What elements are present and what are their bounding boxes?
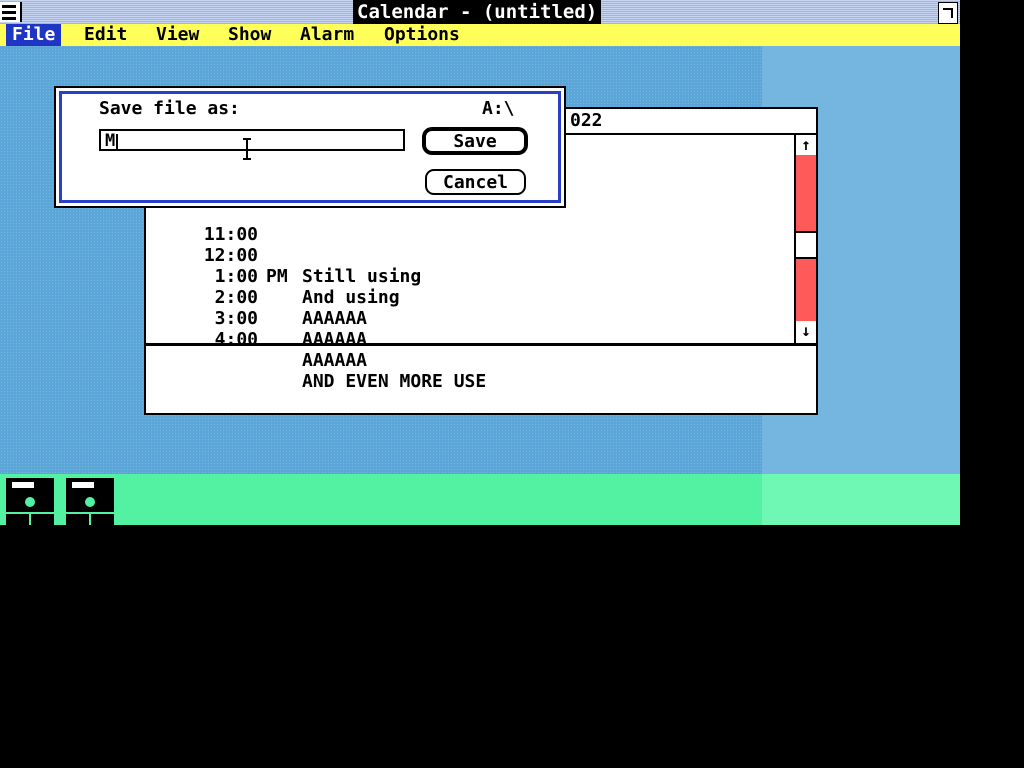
filename-input[interactable]: M [99, 129, 405, 151]
save-file-dialog: Save file as: A:\ M Save Cancel [54, 86, 566, 208]
floppy-disk-icon[interactable] [6, 478, 54, 525]
desktop: Calendar - (untitled) File Edit View Sho… [0, 0, 960, 525]
save-as-label: Save file as: [99, 98, 240, 119]
window-title: Calendar - (untitled) [353, 0, 602, 24]
save-button[interactable]: Save [423, 128, 527, 154]
current-directory: A:\ [482, 98, 515, 119]
maximize-icon[interactable] [938, 2, 958, 24]
icon-area [0, 474, 960, 525]
menu-alarm[interactable]: Alarm [294, 24, 360, 46]
appointment-row[interactable]: 12:00 PM And using [146, 224, 400, 308]
menu-bar: File Edit View Show Alarm Options [0, 24, 960, 46]
dialog-frame: Save file as: A:\ M Save Cancel [59, 91, 561, 203]
vertical-scrollbar[interactable]: ↑ ↓ [794, 135, 816, 343]
appointment-row[interactable]: 1:00 AAAAAA [146, 245, 367, 329]
menu-view[interactable]: View [150, 24, 205, 46]
icon-area-right-pane [762, 474, 960, 525]
ibeam-cursor-icon [243, 138, 251, 160]
scroll-track-upper[interactable] [796, 155, 816, 231]
menu-options[interactable]: Options [378, 24, 466, 46]
scroll-up-arrow-icon[interactable]: ↑ [796, 135, 816, 155]
text-caret [116, 134, 118, 150]
menu-file[interactable]: File [6, 24, 62, 46]
menu-show[interactable]: Show [222, 24, 277, 46]
appointment-row[interactable]: 3:00 AAAAAA [146, 287, 367, 371]
system-menu-icon[interactable] [0, 2, 22, 22]
filename-value: M [105, 131, 116, 151]
appointment-row[interactable]: 4:00 AND EVEN MORE USE [146, 308, 487, 392]
appointment-text: Still using [302, 266, 422, 287]
scroll-thumb[interactable] [796, 231, 816, 259]
appointment-ampm: PM [266, 266, 288, 287]
scroll-down-arrow-icon[interactable]: ↓ [796, 321, 816, 341]
scroll-track-lower[interactable] [796, 259, 816, 321]
appointment-row[interactable]: 2:00 AAAAAA [146, 266, 367, 350]
menu-edit[interactable]: Edit [78, 24, 133, 46]
notes-area[interactable] [146, 343, 816, 414]
floppy-disk-icon[interactable] [66, 478, 114, 525]
appointment-text: And using [302, 287, 400, 308]
title-bar[interactable]: Calendar - (untitled) [0, 0, 960, 24]
cancel-button[interactable]: Cancel [425, 169, 526, 195]
appointment-text: AAAAAA [302, 308, 368, 329]
date-text: 022 [570, 110, 603, 131]
